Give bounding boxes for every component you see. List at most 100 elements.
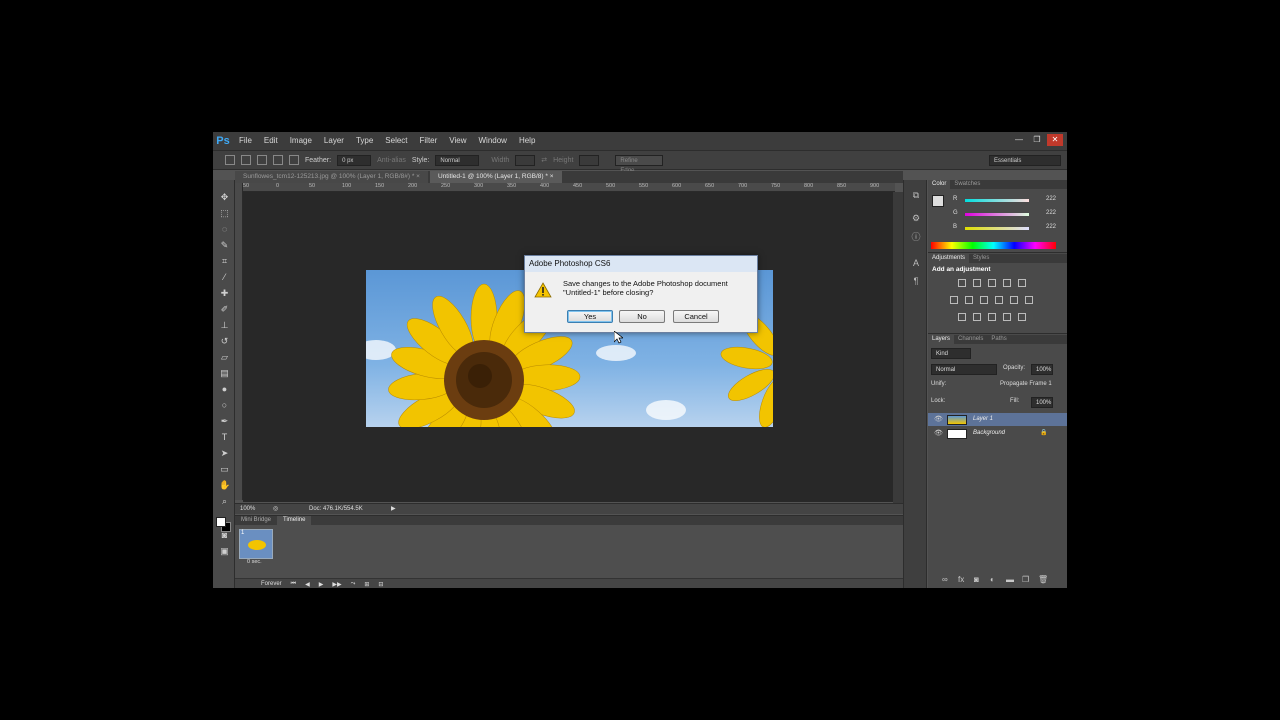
menu-help[interactable]: Help bbox=[513, 132, 541, 150]
vertical-scrollbar[interactable] bbox=[893, 192, 903, 503]
history-brush-tool-icon[interactable]: ↺ bbox=[219, 336, 230, 347]
threshold-icon[interactable] bbox=[988, 313, 996, 321]
new-group-icon[interactable]: ▬ bbox=[1006, 575, 1014, 584]
brush-tool-icon[interactable]: ✐ bbox=[219, 304, 230, 315]
status-menu-arrow-icon[interactable]: ▶ bbox=[391, 504, 396, 515]
style-select[interactable]: Normal bbox=[435, 154, 480, 166]
pen-tool-icon[interactable]: ✒ bbox=[219, 416, 230, 427]
canvas-area[interactable] bbox=[243, 192, 903, 502]
hue-saturation-icon[interactable] bbox=[950, 296, 958, 304]
tab-styles[interactable]: Styles bbox=[969, 254, 993, 263]
lasso-tool-icon[interactable]: ◌ bbox=[219, 224, 230, 235]
delete-layer-icon[interactable]: 🗑 bbox=[1038, 575, 1048, 584]
width-input[interactable] bbox=[515, 154, 536, 166]
character-icon[interactable]: A bbox=[911, 258, 921, 268]
minimize-button[interactable]: — bbox=[1011, 134, 1027, 146]
foreground-color-swatch[interactable] bbox=[216, 517, 226, 527]
close-button[interactable]: ✕ bbox=[1047, 134, 1063, 146]
dodge-tool-icon[interactable]: ○ bbox=[219, 400, 230, 411]
blue-slider[interactable] bbox=[965, 227, 1029, 230]
crop-tool-icon[interactable]: ⌗ bbox=[219, 256, 230, 267]
curves-icon[interactable] bbox=[988, 279, 996, 287]
anti-alias-checkbox[interactable]: Anti-alias bbox=[377, 157, 406, 164]
fill-input[interactable]: 100% bbox=[1031, 397, 1053, 408]
tab-untitled-1[interactable]: Untitled-1 @ 100% (Layer 1, RGB/8) * × bbox=[429, 171, 562, 183]
menu-type[interactable]: Type bbox=[350, 132, 379, 150]
gradient-tool-icon[interactable]: ▤ bbox=[219, 368, 230, 379]
height-input[interactable] bbox=[579, 154, 600, 166]
rectangle-tool-icon[interactable]: ▭ bbox=[219, 464, 230, 475]
tab-paths[interactable]: Paths bbox=[987, 335, 1010, 344]
opacity-input[interactable]: 100% bbox=[1031, 364, 1053, 375]
blue-value[interactable]: 222 bbox=[1046, 224, 1056, 230]
menu-filter[interactable]: Filter bbox=[414, 132, 444, 150]
channel-mixer-icon[interactable] bbox=[1010, 296, 1018, 304]
feather-input[interactable]: 0 px bbox=[337, 154, 372, 166]
marquee-tool-icon[interactable] bbox=[225, 155, 235, 165]
swap-icon[interactable]: ⇄ bbox=[541, 156, 547, 164]
adjustment-layer-icon[interactable]: ◐ bbox=[990, 575, 995, 584]
status-icon[interactable]: ◎ bbox=[273, 504, 278, 515]
new-layer-icon[interactable]: ❐ bbox=[1022, 575, 1029, 584]
gradient-map-icon[interactable] bbox=[1018, 313, 1026, 321]
eyedropper-tool-icon[interactable]: ⁄ bbox=[219, 272, 230, 283]
quick-select-tool-icon[interactable]: ✎ bbox=[219, 240, 230, 251]
type-tool-icon[interactable]: T bbox=[219, 432, 230, 443]
first-frame-icon[interactable]: ⏮ bbox=[291, 581, 296, 588]
menu-file[interactable]: File bbox=[233, 132, 258, 150]
blur-tool-icon[interactable]: ● bbox=[219, 384, 230, 395]
tab-channels[interactable]: Channels bbox=[954, 335, 987, 344]
marquee-tool-icon[interactable]: ⬚ bbox=[219, 208, 230, 219]
workspace-select[interactable]: Essentials bbox=[989, 155, 1061, 166]
brightness-contrast-icon[interactable] bbox=[958, 279, 966, 287]
loop-select[interactable]: Forever bbox=[261, 581, 282, 587]
path-selection-tool-icon[interactable]: ➤ bbox=[219, 448, 230, 459]
vibrance-icon[interactable] bbox=[1018, 279, 1026, 287]
posterize-icon[interactable] bbox=[973, 313, 981, 321]
new-selection-icon[interactable] bbox=[241, 155, 251, 165]
intersect-selection-icon[interactable] bbox=[289, 155, 299, 165]
add-selection-icon[interactable] bbox=[257, 155, 267, 165]
tab-color[interactable]: Color bbox=[928, 180, 951, 189]
tab-swatches[interactable]: Swatches bbox=[950, 180, 984, 189]
layer-style-icon[interactable]: fx bbox=[958, 575, 964, 584]
subtract-selection-icon[interactable] bbox=[273, 155, 283, 165]
fg-color-swatch[interactable] bbox=[932, 195, 944, 207]
levels-icon[interactable] bbox=[973, 279, 981, 287]
layer-filter-kind[interactable]: Kind bbox=[931, 348, 971, 359]
propagate-frame-checkbox[interactable]: Propagate Frame 1 bbox=[1000, 381, 1052, 387]
eraser-tool-icon[interactable]: ▱ bbox=[219, 352, 230, 363]
healing-brush-tool-icon[interactable]: ✚ bbox=[219, 288, 230, 299]
exposure-icon[interactable] bbox=[1003, 279, 1011, 287]
actions-icon[interactable]: ⚙ bbox=[911, 213, 921, 223]
restore-button[interactable]: ❐ bbox=[1029, 134, 1045, 146]
menu-select[interactable]: Select bbox=[379, 132, 413, 150]
hand-tool-icon[interactable]: ✋ bbox=[219, 480, 230, 491]
play-icon[interactable]: ▶ bbox=[319, 581, 324, 588]
color-spectrum[interactable] bbox=[931, 242, 1056, 249]
green-slider[interactable] bbox=[965, 213, 1029, 216]
visibility-eye-icon[interactable]: 👁 bbox=[934, 413, 943, 426]
duplicate-frame-icon[interactable]: ⊞ bbox=[364, 581, 369, 588]
tab-mini-bridge[interactable]: Mini Bridge bbox=[235, 516, 277, 525]
visibility-eye-icon[interactable]: 👁 bbox=[934, 427, 943, 440]
red-slider[interactable] bbox=[965, 199, 1029, 202]
refine-edge-button[interactable]: Refine Edge... bbox=[615, 154, 664, 174]
selective-color-icon[interactable] bbox=[1003, 313, 1011, 321]
color-balance-icon[interactable] bbox=[965, 296, 973, 304]
add-mask-icon[interactable]: ◙ bbox=[974, 575, 979, 584]
tab-layers[interactable]: Layers bbox=[928, 335, 955, 344]
menu-layer[interactable]: Layer bbox=[318, 132, 350, 150]
yes-button[interactable]: Yes bbox=[567, 310, 613, 323]
photo-filter-icon[interactable] bbox=[995, 296, 1003, 304]
delete-frame-icon[interactable]: ⊟ bbox=[378, 581, 383, 588]
black-white-icon[interactable] bbox=[980, 296, 988, 304]
next-frame-icon[interactable]: ▶▶ bbox=[332, 581, 341, 588]
move-tool-icon[interactable]: ✥ bbox=[219, 192, 230, 203]
color-lookup-icon[interactable] bbox=[1025, 296, 1033, 304]
layer-row-background[interactable]: 👁 Background 🔒 bbox=[928, 427, 1067, 440]
paragraph-icon[interactable]: ¶ bbox=[911, 276, 921, 286]
blend-mode-select[interactable]: Normal bbox=[931, 364, 997, 375]
layer-row-layer-1[interactable]: 👁 Layer 1 bbox=[928, 413, 1067, 426]
frame-delay[interactable]: 0 sec. bbox=[247, 559, 262, 565]
